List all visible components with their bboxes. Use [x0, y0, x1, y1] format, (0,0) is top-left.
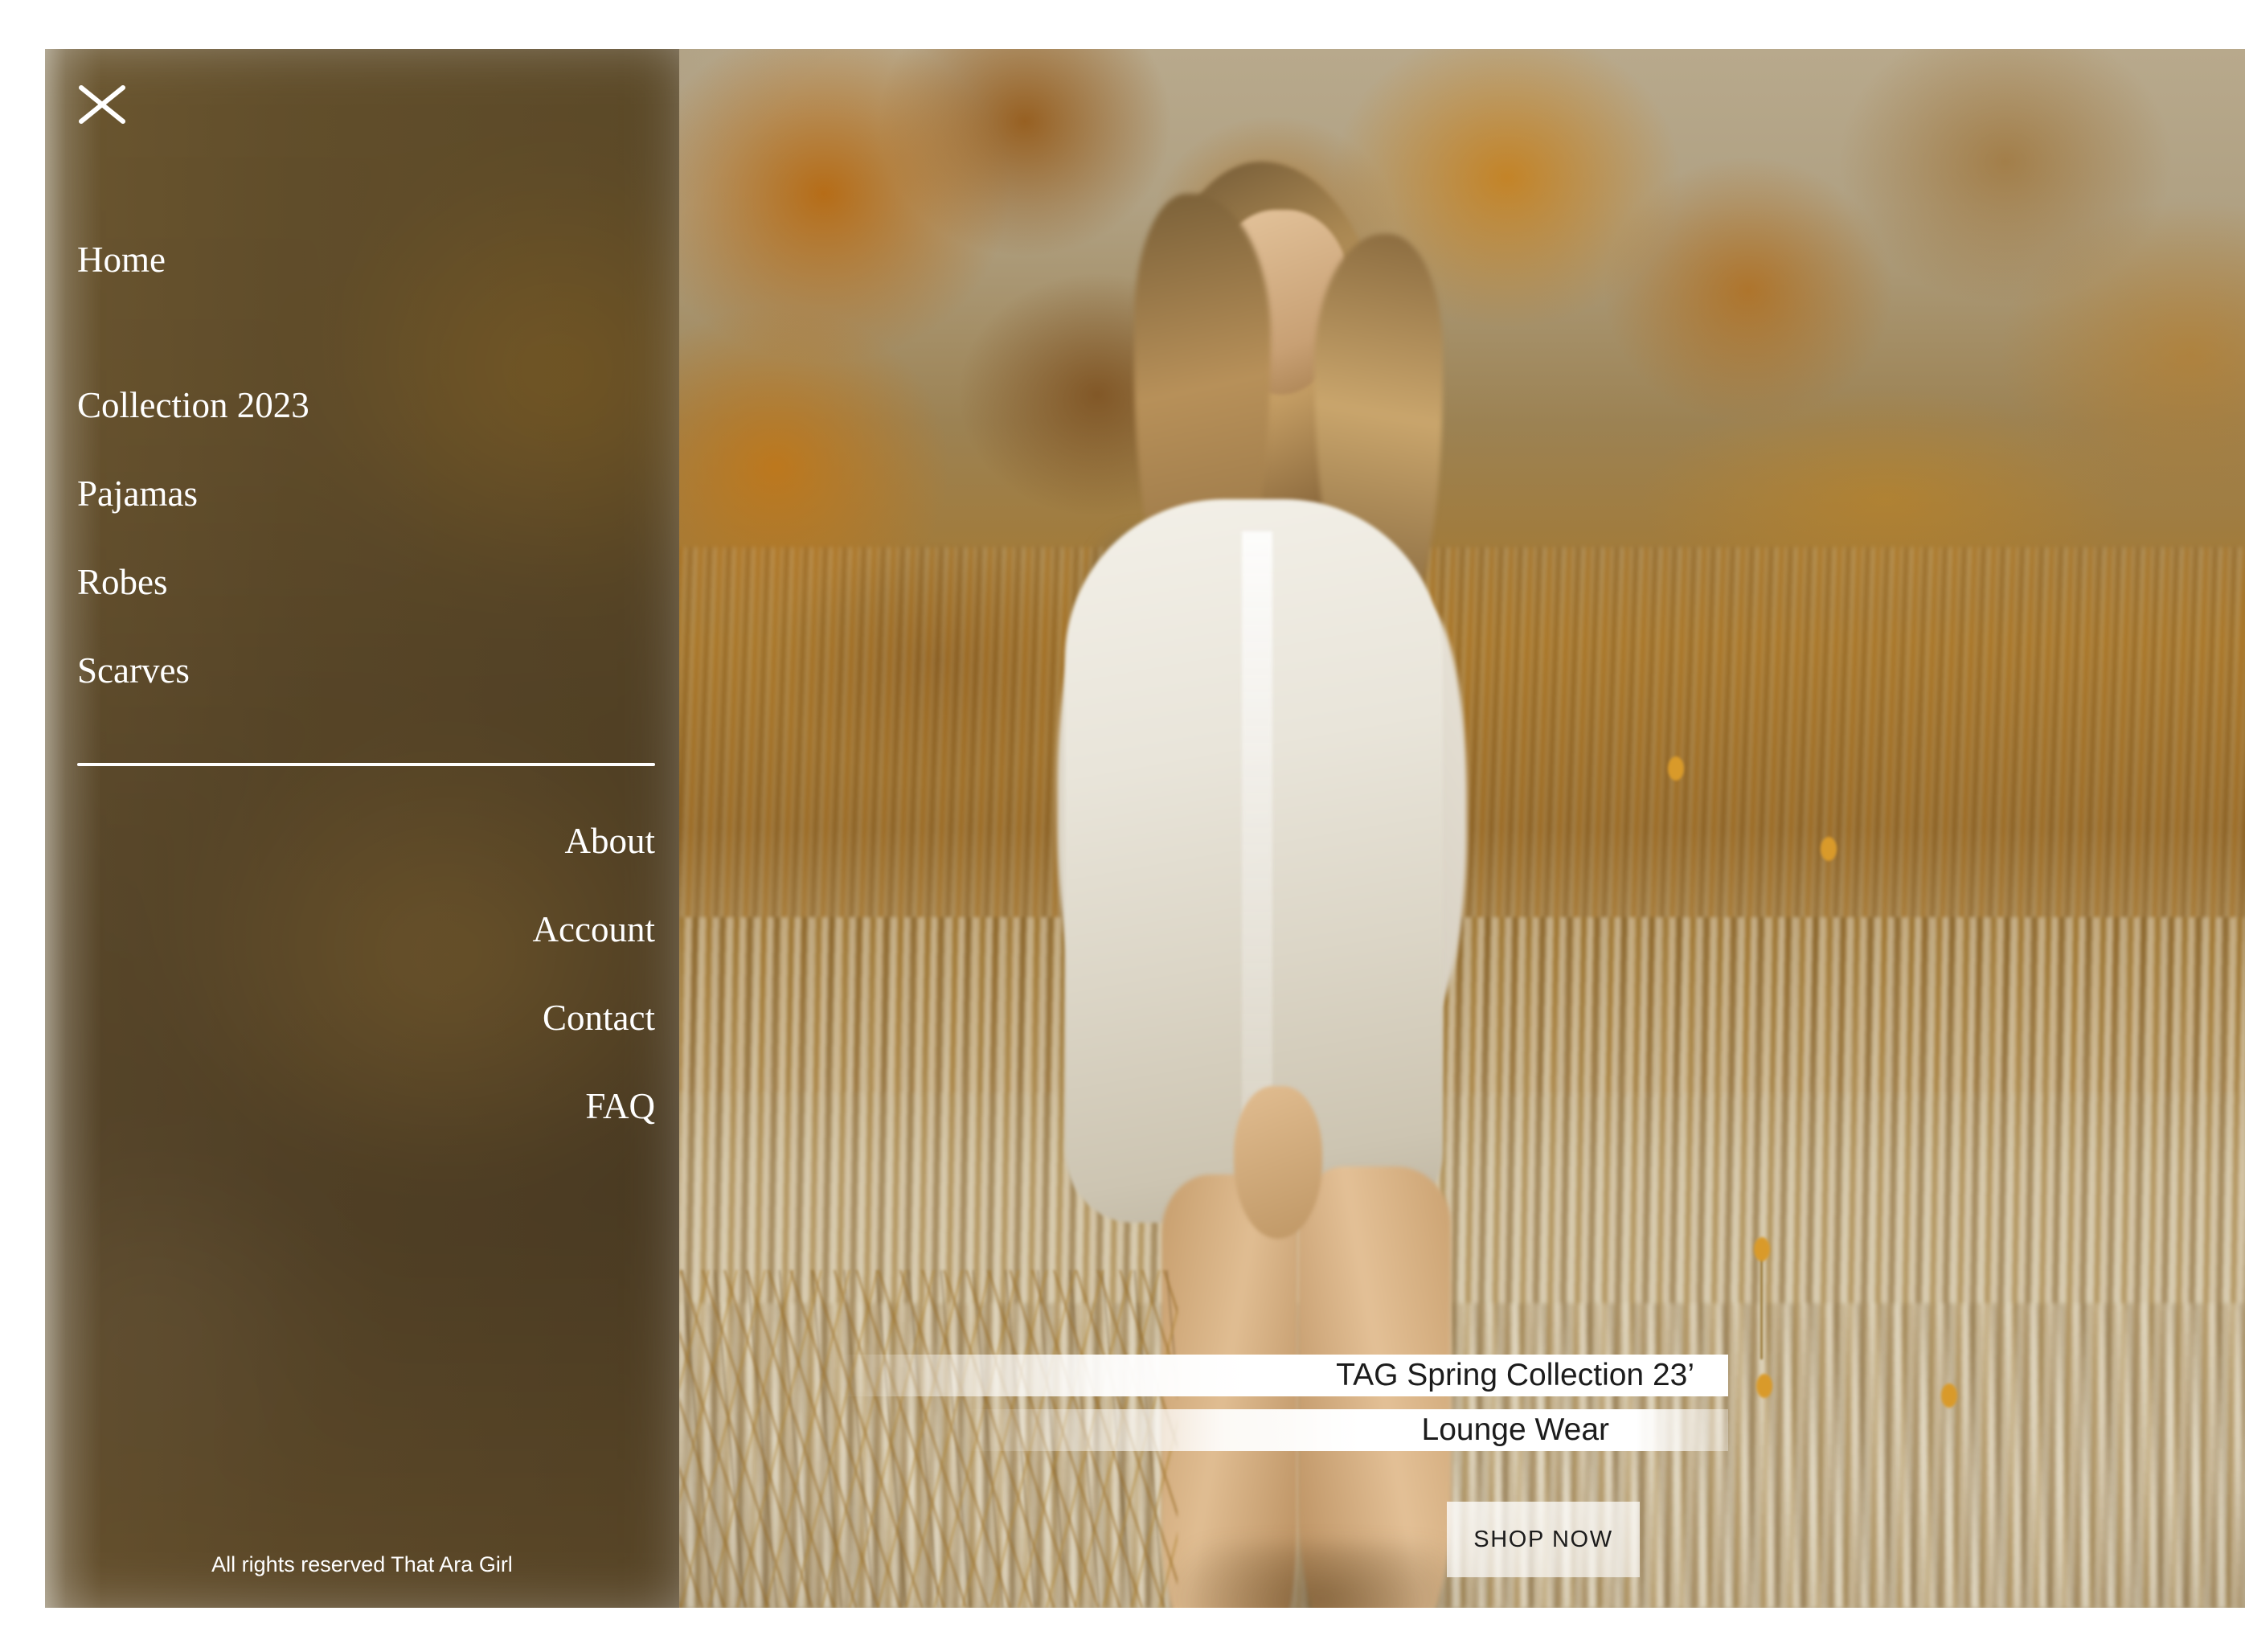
nav-item-faq[interactable]: FAQ	[77, 1088, 655, 1125]
shop-now-button[interactable]: SHOP NOW	[1447, 1502, 1640, 1577]
nav-item-home[interactable]: Home	[77, 242, 640, 278]
nav-item-scarves[interactable]: Scarves	[77, 653, 640, 689]
nav-item-pajamas[interactable]: Pajamas	[77, 476, 640, 512]
hero-subheadline: Lounge Wear	[965, 1409, 1728, 1451]
nav-item-account[interactable]: Account	[77, 912, 655, 948]
nav-item-about[interactable]: About	[77, 823, 656, 859]
menu-divider	[77, 763, 655, 766]
close-menu-button[interactable]	[77, 80, 127, 129]
menu-copyright: All rights reserved That Ara Girl	[211, 1552, 513, 1576]
nav-item-robes[interactable]: Robes	[77, 564, 640, 601]
side-menu-panel: Home Collection 2023 Pajamas Robes Scarv…	[45, 49, 679, 1608]
nav-item-contact[interactable]: Contact	[77, 1000, 655, 1036]
nav-item-collection-2023[interactable]: Collection 2023	[77, 387, 640, 424]
close-x-icon	[77, 80, 127, 129]
hero-headline: TAG Spring Collection 23’	[840, 1355, 1728, 1396]
primary-navigation: Home Collection 2023 Pajamas Robes Scarv…	[77, 242, 640, 689]
secondary-navigation: About Account Contact FAQ	[77, 823, 655, 1125]
